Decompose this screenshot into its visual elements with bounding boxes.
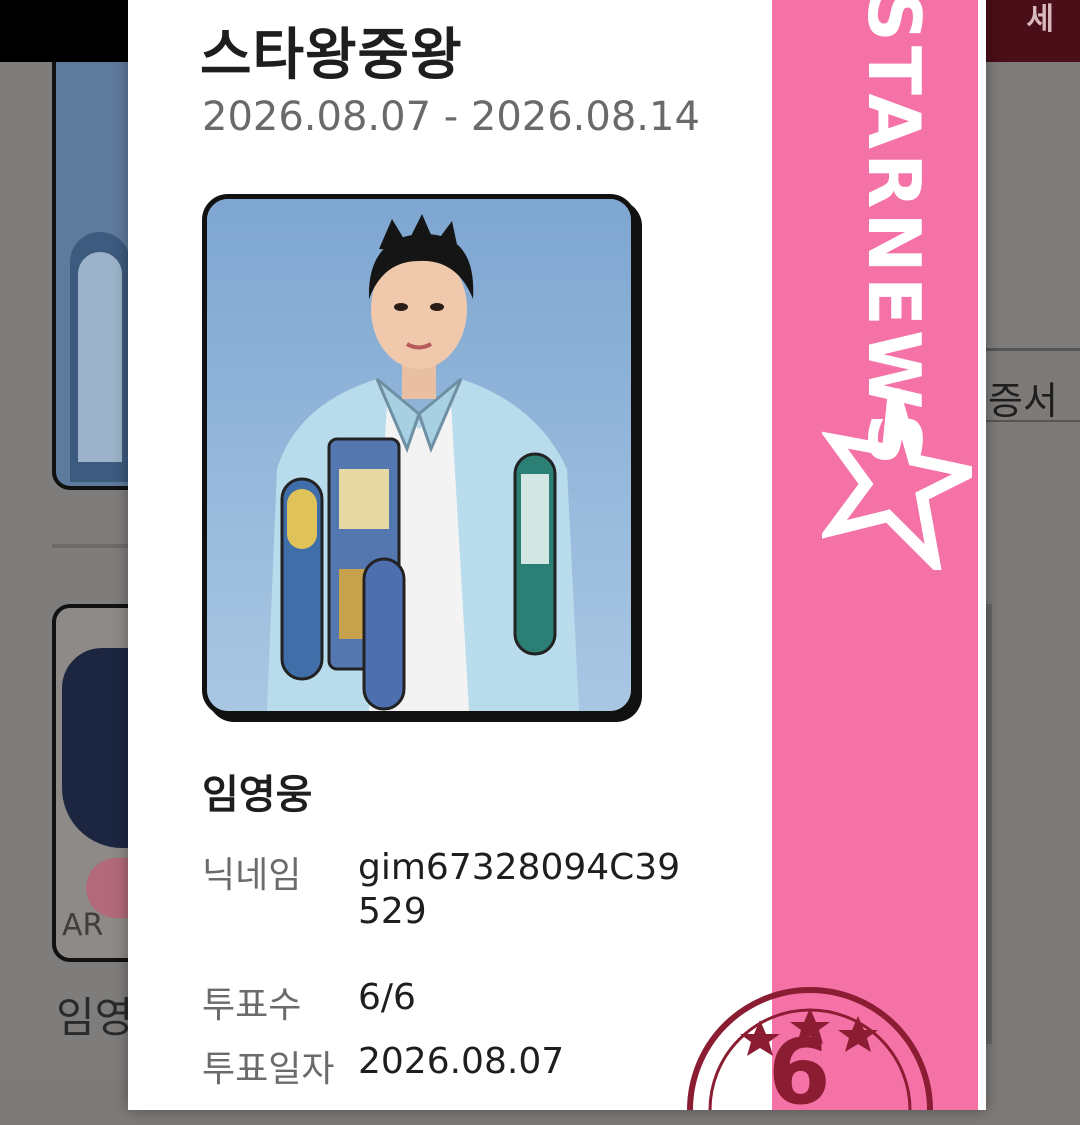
starnews-ribbon: STARNEWS (772, 0, 978, 1110)
certificate-tab-label[interactable]: 증서 (988, 370, 1058, 425)
stamp-number: 6 (768, 1020, 831, 1125)
scrollbar[interactable] (986, 604, 992, 1044)
vote-count-label: 투표수 (202, 985, 302, 1026)
artist-photo-illustration (207, 199, 631, 711)
certificate-title: 스타왕중왕 (200, 23, 463, 88)
background-side-panel (978, 348, 1080, 1111)
vote-period: 2026.08.07 - 2026.08.14 (202, 94, 700, 140)
vote-date-value: 2026.08.07 (358, 1041, 565, 1082)
nickname-label: 닉네임 (202, 855, 302, 896)
artist-name: 임영웅 (202, 772, 313, 818)
top-bar-button-label: 세 (1026, 2, 1054, 37)
star-icon (822, 388, 972, 570)
nickname-value: gim67328094C39529 (358, 847, 681, 932)
vote-date-label: 투표일자 (202, 1049, 335, 1090)
divider (980, 420, 1080, 422)
list-item-name: 임영 (56, 993, 134, 1042)
vote-certificate-modal: 스타왕중왕 2026.08.07 - 2026.08.14 임영웅 닉네임 gi… (128, 0, 986, 1125)
card-badge-label: AR (62, 908, 104, 943)
artist-photo (202, 194, 636, 716)
vote-count-value: 6/6 (358, 977, 416, 1018)
